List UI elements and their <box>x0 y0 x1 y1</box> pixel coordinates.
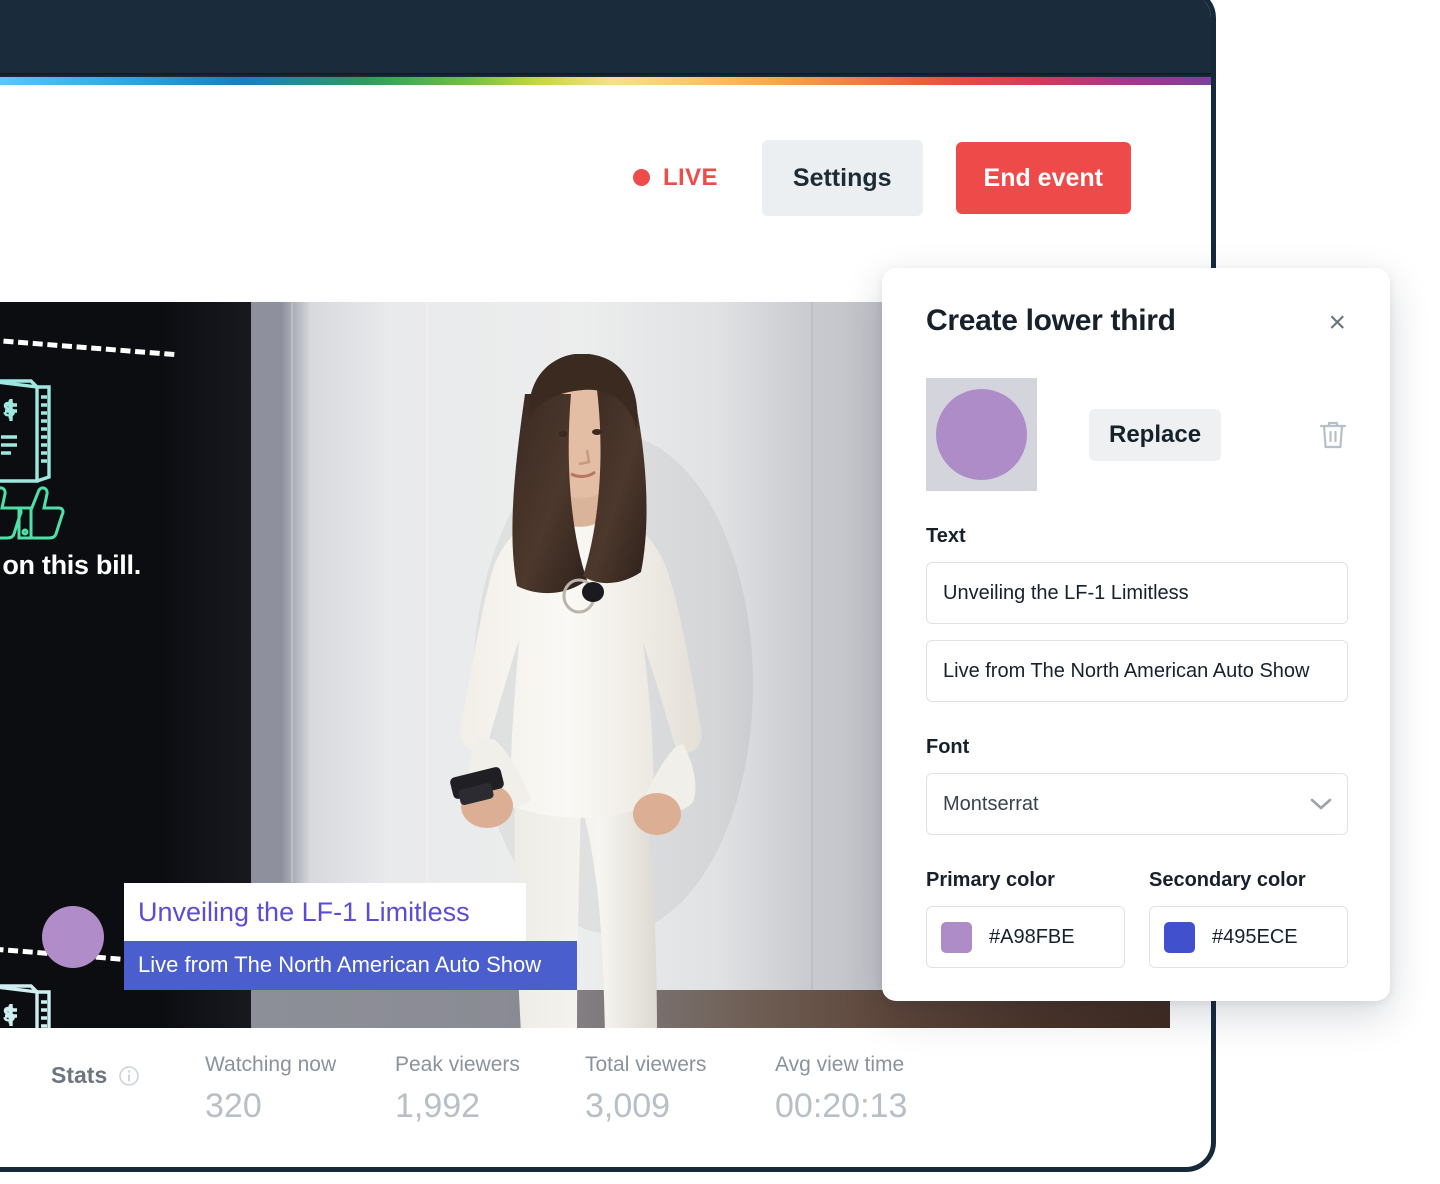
slide-caption: tes on this bill. <box>0 550 141 580</box>
receipt-icon: $ <box>0 379 51 483</box>
rainbow-accent-bar <box>0 77 1211 85</box>
stat-value: 3,009 <box>585 1087 671 1125</box>
live-dot-icon <box>632 169 650 186</box>
create-lower-third-modal: Create lower third × Replace Text Unveil… <box>882 268 1390 1001</box>
lower-third-line2-input[interactable] <box>926 640 1348 702</box>
stat-value: 1,992 <box>395 1087 481 1125</box>
font-select-wrapper: Montserrat <box>926 773 1348 835</box>
stats-title: Stats <box>51 1062 108 1088</box>
live-label: LIVE <box>662 163 718 191</box>
stat-value: 320 <box>205 1087 262 1125</box>
slide-dashed-line <box>0 334 175 358</box>
window-titlebar <box>0 0 1211 77</box>
stat-label: Watching now <box>205 1053 337 1076</box>
info-icon[interactable] <box>118 1065 140 1087</box>
lower-third-overlay: Unveiling the LF-1 Limitless Live from T… <box>42 883 577 990</box>
primary-color-field[interactable]: #A98FBE <box>926 906 1125 968</box>
lower-third-secondary-text: Live from The North American Auto Show <box>124 941 577 990</box>
close-icon[interactable]: × <box>1326 304 1348 342</box>
lower-third-line1-input[interactable] <box>926 562 1348 624</box>
replace-button[interactable]: Replace <box>1089 408 1222 461</box>
stat-watching-now: Watching now 320 <box>205 1053 395 1126</box>
secondary-color-swatch <box>1164 921 1195 953</box>
font-section-label: Font <box>926 736 970 758</box>
stat-peak-viewers: Peak viewers 1,992 <box>395 1053 585 1126</box>
modal-header: Create lower third × <box>926 304 1348 342</box>
stats-bar: Stats Watching now 320 Peak viewers 1,99… <box>0 1053 1170 1163</box>
stat-label: Peak viewers <box>395 1053 520 1076</box>
secondary-color-group: Secondary color #495ECE <box>1149 835 1348 968</box>
stats-title-group: Stats <box>51 1053 205 1089</box>
svg-text:$: $ <box>3 1002 15 1027</box>
thumbnail-preview <box>926 378 1037 491</box>
secondary-color-label: Secondary color <box>1149 869 1306 891</box>
secondary-color-field[interactable]: #495ECE <box>1149 906 1348 968</box>
thumbs-up-icon <box>17 486 65 540</box>
app-root: LIVE Settings End event $ on this bill. … <box>0 0 1440 1184</box>
stat-avg-view-time: Avg view time 00:20:13 <box>775 1053 965 1126</box>
primary-color-label: Primary color <box>926 869 1055 891</box>
svg-text:$: $ <box>3 397 15 422</box>
live-indicator: LIVE <box>632 163 718 192</box>
header-actions: LIVE Settings End event <box>0 85 1211 270</box>
font-select[interactable]: Montserrat <box>926 773 1348 835</box>
text-section-label: Text <box>926 525 966 547</box>
end-event-button[interactable]: End event <box>955 141 1131 214</box>
delete-button[interactable] <box>1318 419 1348 451</box>
lower-third-avatar <box>42 906 104 968</box>
stat-total-viewers: Total viewers 3,009 <box>585 1053 775 1126</box>
stat-value: 00:20:13 <box>775 1087 908 1125</box>
settings-button[interactable]: Settings <box>761 139 923 216</box>
modal-title: Create lower third <box>926 304 1176 337</box>
trash-icon <box>1319 421 1347 448</box>
thumbnail-row: Replace <box>926 378 1348 491</box>
lower-third-primary-text: Unveiling the LF-1 Limitless <box>124 883 526 941</box>
primary-color-swatch <box>941 921 972 953</box>
stat-label: Avg view time <box>775 1053 905 1076</box>
primary-color-group: Primary color #A98FBE <box>926 835 1125 968</box>
color-row: Primary color #A98FBE Secondary color #4… <box>926 835 1348 968</box>
stat-label: Total viewers <box>585 1053 707 1076</box>
secondary-color-hex: #495ECE <box>1212 925 1298 948</box>
thumbnail-circle <box>936 389 1027 480</box>
primary-color-hex: #A98FBE <box>989 925 1075 948</box>
